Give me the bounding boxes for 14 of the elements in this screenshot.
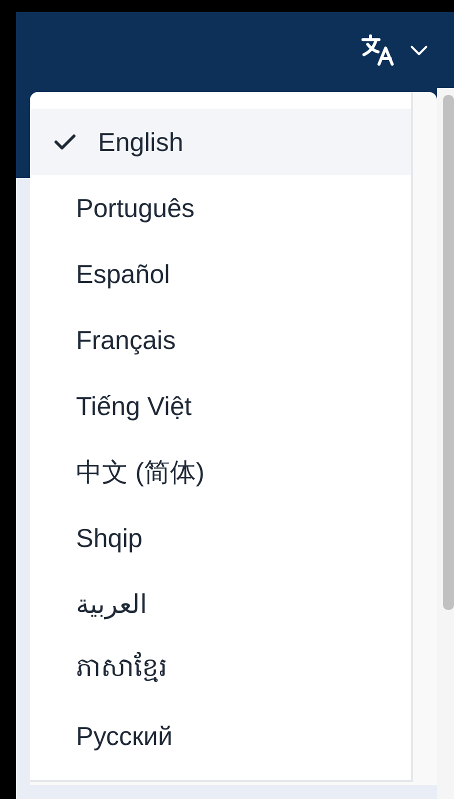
language-option[interactable]: Français bbox=[30, 307, 411, 373]
scrollbar[interactable] bbox=[437, 88, 454, 799]
language-option[interactable]: English bbox=[30, 109, 411, 175]
language-option[interactable]: Русский bbox=[30, 703, 411, 769]
language-button[interactable] bbox=[360, 33, 428, 67]
language-option[interactable]: Português bbox=[30, 175, 411, 241]
language-option[interactable]: Español bbox=[30, 241, 411, 307]
language-option[interactable]: 中文 (简体) bbox=[30, 439, 411, 505]
language-option[interactable]: Tiếng Việt bbox=[30, 373, 411, 439]
language-option[interactable]: ភាសាខ្មែរ bbox=[30, 637, 411, 703]
check-icon bbox=[54, 134, 76, 150]
language-option[interactable]: العربية bbox=[30, 571, 411, 637]
chevron-icon bbox=[410, 44, 428, 56]
language-option[interactable]: Shqip bbox=[30, 505, 411, 571]
